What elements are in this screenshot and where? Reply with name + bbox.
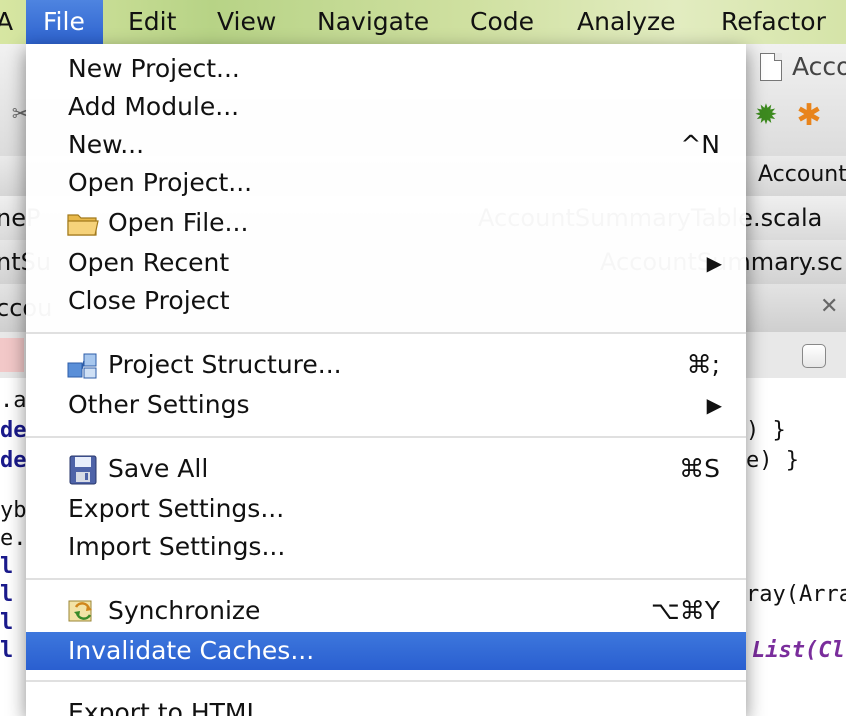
menu-item-label: Import Settings... <box>68 532 286 561</box>
menu-item-new[interactable]: New... ^N <box>26 126 746 164</box>
shortcut-label: ⌘S <box>679 454 720 483</box>
menu-item-open-project[interactable]: Open Project... <box>26 164 746 202</box>
menu-item-save-all[interactable]: Save All ⌘S <box>26 450 746 488</box>
menu-item-export-settings[interactable]: Export Settings... <box>26 490 746 528</box>
code-line: l <box>0 582 14 607</box>
menu-code[interactable]: Code <box>470 0 534 44</box>
code-line: de <box>0 418 27 443</box>
regex-checkbox[interactable] <box>802 344 826 368</box>
menu-item-label: Synchronize <box>108 596 261 625</box>
menu-item-import-settings[interactable]: Import Settings... <box>26 528 746 566</box>
menu-item-open-file[interactable]: Open File... <box>26 204 746 242</box>
code-line: yb <box>0 498 27 523</box>
menu-item-open-recent[interactable]: Open Recent ▶ <box>26 244 746 282</box>
menu-item-label: New... <box>68 130 145 159</box>
window-title: Acco <box>792 52 846 81</box>
search-field-edge[interactable] <box>0 338 24 372</box>
code-line: e) } <box>746 448 799 473</box>
folder-icon <box>67 214 99 236</box>
menu-item-label: Close Project <box>68 286 230 315</box>
debug-bug-icon[interactable]: ✹ <box>750 98 782 131</box>
menu-item-label: Open File... <box>108 208 249 237</box>
menu-bar: A File Edit View Navigate Code Analyze R… <box>0 0 846 44</box>
code-line: ray(Arra <box>746 582 846 607</box>
menu-edit[interactable]: Edit <box>128 0 176 44</box>
menu-separator <box>26 578 746 580</box>
menu-item-label: Export to HTML... <box>68 698 285 716</box>
synchronize-icon <box>68 600 92 622</box>
shortcut-label: ⌘; <box>686 350 720 379</box>
menu-item-project-structure[interactable]: Project Structure... ⌘; <box>26 346 746 384</box>
menu-item-new-project[interactable]: New Project... <box>26 50 746 88</box>
menu-app[interactable]: A <box>0 0 13 44</box>
submenu-arrow-icon: ▶ <box>706 393 722 417</box>
menu-item-label: Open Recent <box>68 248 230 277</box>
menu-item-invalidate-caches[interactable]: Invalidate Caches... <box>26 632 746 670</box>
document-icon <box>760 53 782 81</box>
code-line: e. <box>0 526 27 551</box>
shortcut-label: ^N <box>680 130 720 159</box>
code-line: l <box>0 554 14 579</box>
menu-refactor[interactable]: Refactor <box>721 0 826 44</box>
code-line: l <box>0 610 14 635</box>
menu-item-other-settings[interactable]: Other Settings ▶ <box>26 386 746 424</box>
code-line: .a <box>0 388 27 413</box>
file-menu-dropdown: New Project... Add Module... New... ^N O… <box>26 44 746 716</box>
menu-item-add-module[interactable]: Add Module... <box>26 88 746 126</box>
menu-item-label: Invalidate Caches... <box>68 636 315 665</box>
code-line: ) } <box>746 418 786 443</box>
shortcut-label: ⌥⌘Y <box>650 596 720 625</box>
menu-file[interactable]: File <box>26 0 103 44</box>
menu-item-export-to-html[interactable]: Export to HTML... <box>26 694 746 716</box>
menu-item-label: Other Settings <box>68 390 250 419</box>
code-line: List(Cl <box>752 638 845 663</box>
project-structure-icon <box>67 353 97 379</box>
menu-item-label: Project Structure... <box>108 350 342 379</box>
code-line: l <box>0 638 14 663</box>
menu-separator <box>26 436 746 438</box>
menu-separator <box>26 332 746 334</box>
menu-separator <box>26 680 746 682</box>
close-icon[interactable]: ✕ <box>820 294 838 319</box>
menu-item-label: Add Module... <box>68 92 240 121</box>
menu-navigate[interactable]: Navigate <box>317 0 429 44</box>
menu-item-synchronize[interactable]: Synchronize ⌥⌘Y <box>26 592 746 630</box>
menu-view[interactable]: View <box>217 0 276 44</box>
breadcrumb-account[interactable]: Account <box>758 162 846 187</box>
menu-item-label: New Project... <box>68 54 240 83</box>
menu-item-label: Save All <box>108 454 209 483</box>
code-line: de <box>0 448 27 473</box>
submenu-arrow-icon: ▶ <box>706 251 722 275</box>
save-icon <box>69 455 97 485</box>
menu-item-label: Open Project... <box>68 168 253 197</box>
menu-item-label: Export Settings... <box>68 494 285 523</box>
settings-tool-icon[interactable]: ✱ <box>792 98 826 133</box>
menu-analyze[interactable]: Analyze <box>577 0 676 44</box>
menu-item-close-project[interactable]: Close Project <box>26 282 746 320</box>
